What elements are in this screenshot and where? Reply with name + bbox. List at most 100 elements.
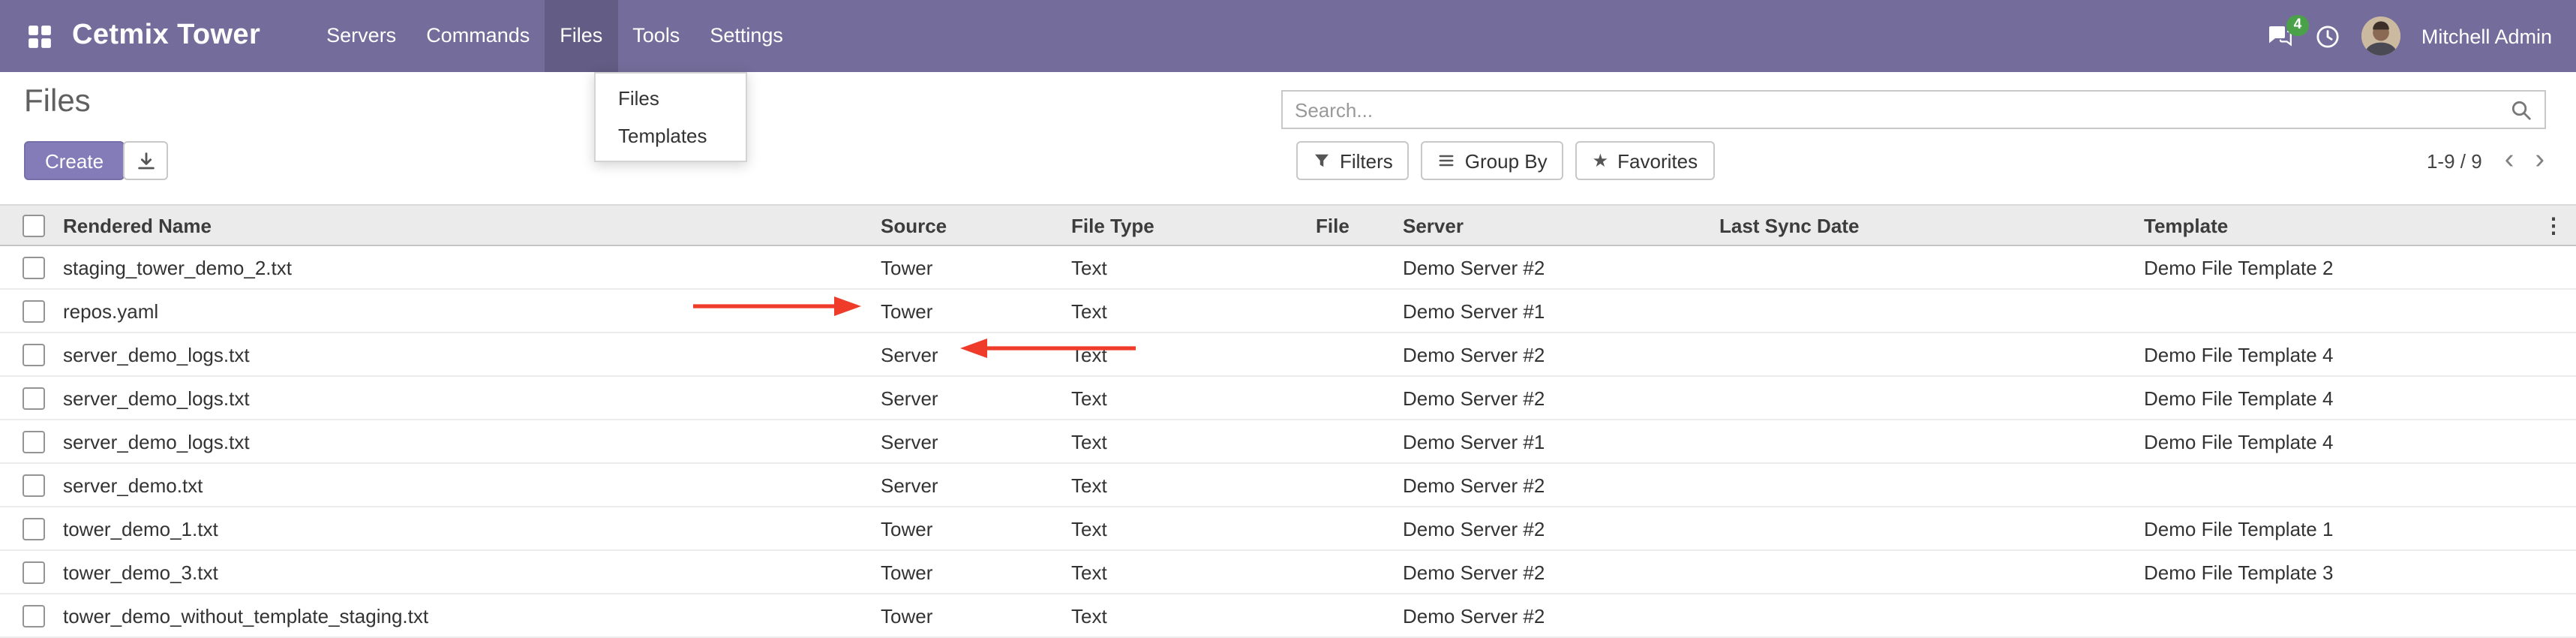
cell-rendered-name: server_demo.txt (60, 463, 878, 507)
cell-server: Demo Server #2 (1400, 245, 1716, 289)
table-row[interactable]: staging_tower_demo_2.txt Tower Text Demo… (0, 245, 2576, 289)
row-checkbox[interactable] (23, 518, 45, 540)
column-header-last-sync-date[interactable]: Last Sync Date (1716, 205, 2141, 245)
cell-server: Demo Server #1 (1400, 289, 1716, 333)
column-header-file[interactable]: File (1313, 205, 1400, 245)
nav-menu-tools[interactable]: Tools (617, 0, 695, 72)
search-icon (2510, 98, 2532, 121)
cell-last-sync-date (1716, 463, 2141, 507)
favorites-button-label: Favorites (1617, 149, 1698, 172)
table-row[interactable]: server_demo.txt Server Text Demo Server … (0, 463, 2576, 507)
pager: 1-9 / 9 ‹ › (2427, 141, 2555, 180)
cell-last-sync-date (1716, 376, 2141, 420)
table-header-row: Rendered Name Source File Type File Serv… (0, 205, 2576, 245)
messages-button[interactable]: 4 (2267, 24, 2294, 48)
cell-file-type: Text (1068, 507, 1313, 550)
cell-rendered-name: staging_tower_demo_2.txt (60, 245, 878, 289)
table-row[interactable]: tower_demo_1.txt Tower Text Demo Server … (0, 507, 2576, 550)
dropdown-item-templates[interactable]: Templates (596, 117, 746, 155)
cell-file (1313, 245, 1400, 289)
cell-file (1313, 333, 1400, 376)
messages-count-badge: 4 (2286, 15, 2309, 36)
cell-source: Tower (878, 289, 1068, 333)
optional-columns-icon[interactable]: ⋮ (2543, 212, 2564, 236)
row-checkbox[interactable] (23, 431, 45, 453)
table-row[interactable]: server_demo_logs.txt Server Text Demo Se… (0, 333, 2576, 376)
filters-button-label: Filters (1340, 149, 1393, 172)
column-header-source[interactable]: Source (878, 205, 1068, 245)
select-all-checkbox[interactable] (23, 215, 45, 237)
group-by-button-label: Group By (1465, 149, 1548, 172)
table-row[interactable]: server_demo_logs.txt Server Text Demo Se… (0, 420, 2576, 463)
main-menu: Servers Commands Files Tools Settings (311, 0, 798, 72)
cell-file (1313, 507, 1400, 550)
row-checkbox[interactable] (23, 387, 45, 410)
cell-last-sync-date (1716, 507, 2141, 550)
filter-funnel-icon (1313, 152, 1331, 170)
cell-template: Demo File Template 2 (2141, 245, 2531, 289)
favorites-button[interactable]: ★ Favorites (1576, 141, 1714, 180)
cell-template (2141, 594, 2531, 637)
cell-server: Demo Server #1 (1400, 420, 1716, 463)
table-row[interactable]: repos.yaml Tower Text Demo Server #1 (0, 289, 2576, 333)
files-list-view: Rendered Name Source File Type File Serv… (0, 204, 2576, 638)
create-button[interactable]: Create (24, 141, 125, 180)
cell-file-type: Text (1068, 550, 1313, 594)
table-row[interactable]: tower_demo_without_template_staging.txt … (0, 594, 2576, 637)
cell-file-type: Text (1068, 376, 1313, 420)
pager-next-button[interactable]: › (2524, 143, 2555, 179)
cell-source: Tower (878, 245, 1068, 289)
export-button[interactable] (123, 141, 168, 180)
apps-menu-button[interactable] (24, 21, 54, 51)
dropdown-item-files[interactable]: Files (596, 80, 746, 117)
cell-file-type: Text (1068, 463, 1313, 507)
row-checkbox[interactable] (23, 561, 45, 584)
cell-last-sync-date (1716, 594, 2141, 637)
pager-previous-button[interactable]: ‹ (2494, 143, 2525, 179)
column-header-server[interactable]: Server (1400, 205, 1716, 245)
cell-server: Demo Server #2 (1400, 463, 1716, 507)
column-header-rendered-name[interactable]: Rendered Name (60, 205, 878, 245)
row-checkbox[interactable] (23, 605, 45, 627)
cell-last-sync-date (1716, 289, 2141, 333)
nav-menu-commands[interactable]: Commands (411, 0, 545, 72)
user-menu[interactable]: Mitchell Admin (2421, 25, 2552, 47)
navbar-right-cluster: 4 Mitchell Admin (2267, 17, 2552, 56)
activity-button[interactable] (2315, 23, 2340, 49)
user-avatar[interactable] (2361, 17, 2400, 56)
search-input[interactable] (1283, 98, 2510, 121)
search-submit[interactable] (2510, 98, 2532, 121)
filters-button[interactable]: Filters (1296, 141, 1410, 180)
star-icon: ★ (1593, 152, 1609, 170)
cell-rendered-name: tower_demo_without_template_staging.txt (60, 594, 878, 637)
row-checkbox[interactable] (23, 300, 45, 323)
cell-rendered-name: server_demo_logs.txt (60, 420, 878, 463)
row-checkbox[interactable] (23, 257, 45, 279)
table-row[interactable]: server_demo_logs.txt Server Text Demo Se… (0, 376, 2576, 420)
column-header-file-type[interactable]: File Type (1068, 205, 1313, 245)
group-by-button[interactable]: Group By (1422, 141, 1564, 180)
column-header-template[interactable]: Template (2141, 205, 2531, 245)
cell-rendered-name: tower_demo_1.txt (60, 507, 878, 550)
cell-file-type: Text (1068, 594, 1313, 637)
cell-template (2141, 289, 2531, 333)
nav-menu-settings[interactable]: Settings (695, 0, 798, 72)
nav-menu-servers[interactable]: Servers (311, 0, 411, 72)
group-by-icon (1438, 152, 1456, 170)
cell-last-sync-date (1716, 550, 2141, 594)
cell-file (1313, 550, 1400, 594)
top-navbar: Cetmix Tower Servers Commands Files Tool… (0, 0, 2576, 72)
cell-server: Demo Server #2 (1400, 333, 1716, 376)
row-checkbox[interactable] (23, 474, 45, 497)
cell-template: Demo File Template 3 (2141, 550, 2531, 594)
cell-template: Demo File Template 4 (2141, 420, 2531, 463)
table-row[interactable]: tower_demo_3.txt Tower Text Demo Server … (0, 550, 2576, 594)
cell-file (1313, 376, 1400, 420)
nav-menu-files[interactable]: Files (545, 0, 617, 72)
cell-source: Tower (878, 507, 1068, 550)
cell-rendered-name: repos.yaml (60, 289, 878, 333)
cell-file-type: Text (1068, 420, 1313, 463)
row-checkbox[interactable] (23, 344, 45, 366)
cell-file (1313, 289, 1400, 333)
cell-template (2141, 463, 2531, 507)
